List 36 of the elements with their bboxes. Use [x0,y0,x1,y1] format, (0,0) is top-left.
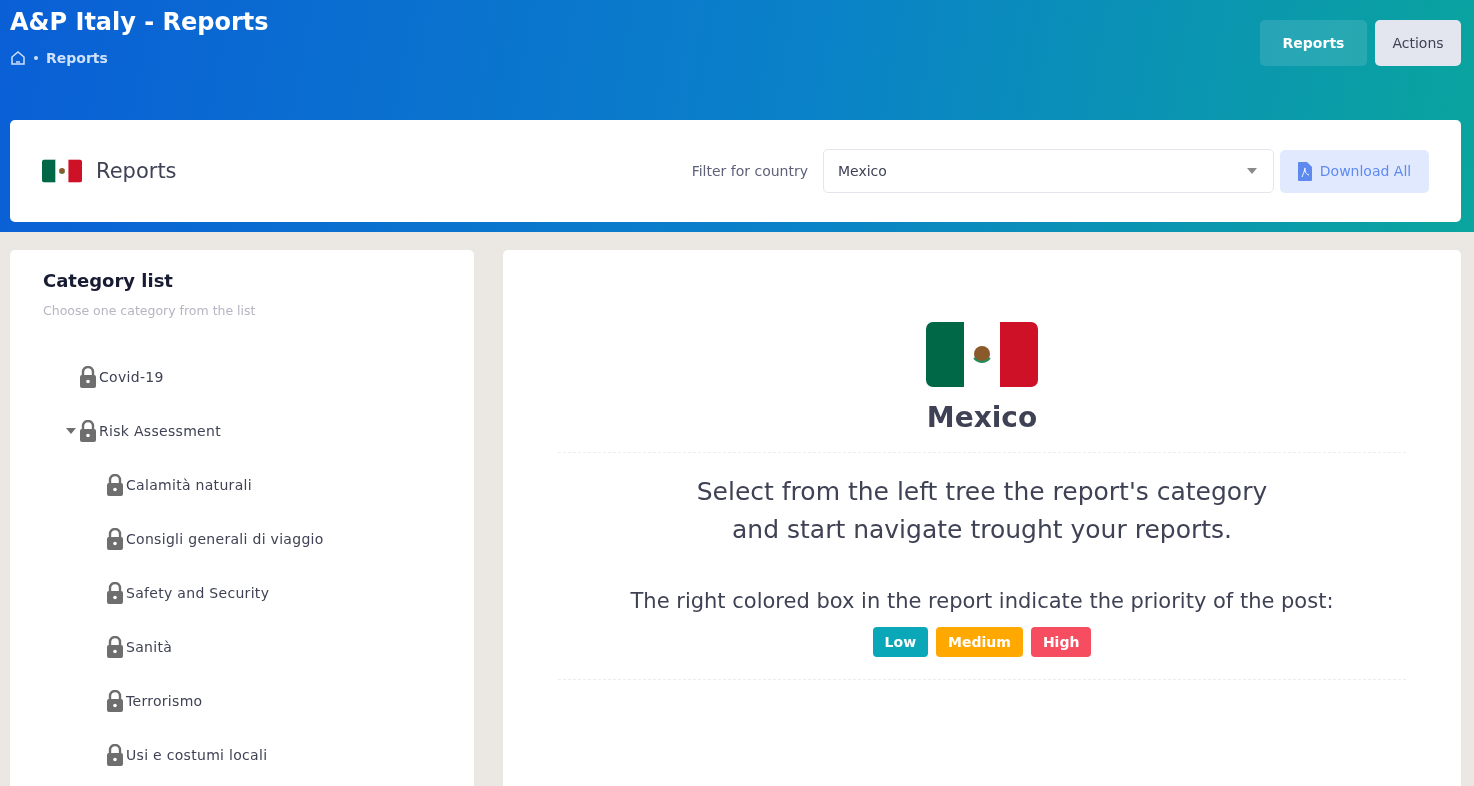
lock-icon [79,420,97,442]
tree-item[interactable]: Usi e costumi locali [126,747,268,763]
caret-icon [1247,168,1257,174]
tree-item[interactable]: Calamità naturali [126,477,252,493]
country-name: Mexico [926,401,1038,434]
card-title: Reports [96,159,178,183]
lock-icon [106,474,124,496]
priority-badge: Low [872,627,929,657]
caret-icon[interactable] [66,428,76,434]
pdf-file-icon [1297,161,1312,181]
panel-title: Category list [43,270,174,291]
filter-label: Filter for country [691,163,808,179]
tree-item[interactable]: Sanità [126,639,173,655]
page-title: A&P Italy - Reports [10,8,269,36]
lock-icon [79,366,97,388]
tree-item[interactable]: Consigli generali di viaggio [126,531,324,547]
tree-item[interactable]: Terrorismo [126,693,203,709]
priority-badge: Medium [936,627,1023,657]
tree-item[interactable]: Covid-19 [99,369,164,385]
priority-badge: High [1030,627,1092,657]
lock-icon [106,744,124,766]
lock-icon [106,636,124,658]
country-select[interactable]: Mexico [823,149,1274,193]
lock-icon [106,690,124,712]
home-icon[interactable] [10,50,26,66]
tree-item[interactable]: Risk Assessment [99,423,221,439]
tree-item[interactable]: Safety and Security [126,585,270,601]
breadcrumb-link[interactable]: Reports [46,50,108,66]
flag-icon [926,322,1038,387]
priority-text: The right colored box in the report indicate the priority of the post: [630,589,1334,613]
lock-icon [106,528,124,550]
lock-icon [106,582,124,604]
instruction-text: Select from the left tree the report's category and start navigate trought your reports. [695,476,1269,546]
panel-subtitle: Choose one category from the list [43,303,257,318]
flag-icon [42,159,82,183]
actions-button[interactable]: Actions [1375,20,1461,66]
